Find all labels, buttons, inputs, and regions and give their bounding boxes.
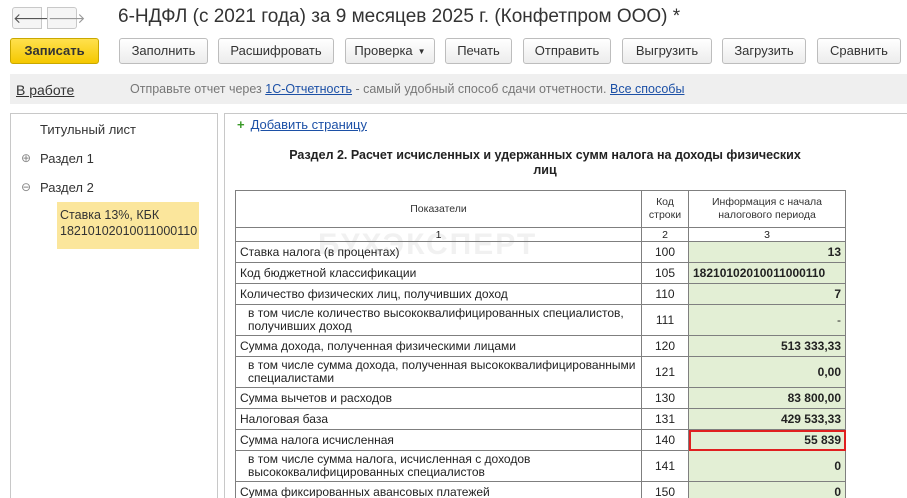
save-button[interactable]: Записать xyxy=(10,38,99,64)
table-row: Ставка налога (в процентах) 100 13 xyxy=(235,241,846,263)
row-label: Код бюджетной классификации xyxy=(235,262,642,284)
forward-arrow-icon[interactable]: 🡒 xyxy=(47,7,86,29)
table-header-row: Показатели Код строки Информация с начал… xyxy=(235,190,846,228)
row-label: Ставка налога (в процентах) xyxy=(235,241,642,263)
document-title: 6-НДФЛ (с 2021 года) за 9 месяцев 2025 г… xyxy=(118,6,681,27)
check-dropdown-button[interactable]: Проверка ▼ xyxy=(345,38,435,64)
add-page-label: Добавить страницу xyxy=(250,117,367,132)
row-code: 130 xyxy=(641,387,689,409)
print-button[interactable]: Печать xyxy=(445,38,512,64)
check-label: Проверка xyxy=(354,43,413,58)
table-row: Налоговая база 131 429 533,33 xyxy=(235,408,846,430)
plus-icon: + xyxy=(237,117,245,132)
table-row: Количество физических лиц, получивших до… xyxy=(235,283,846,305)
tree-item-label: Раздел 1 xyxy=(40,151,94,166)
row-code: 140 xyxy=(641,429,689,451)
row-label: Сумма вычетов и расходов xyxy=(235,387,642,409)
row-code: 111 xyxy=(641,304,689,336)
row-label: Налоговая база xyxy=(235,408,642,430)
compare-button[interactable]: Сравнить xyxy=(817,38,901,64)
row-value[interactable]: 83 800,00 xyxy=(688,387,846,409)
row-code: 110 xyxy=(641,283,689,305)
row-code: 141 xyxy=(641,450,689,482)
status-link[interactable]: В работе xyxy=(16,82,74,98)
row-label: в том числе сумма налога, исчисленная с … xyxy=(235,450,642,482)
row-code: 105 xyxy=(641,262,689,284)
send-button[interactable]: Отправить xyxy=(523,38,611,64)
row-code: 100 xyxy=(641,241,689,263)
table-row: Сумма дохода, полученная физическими лиц… xyxy=(235,335,846,357)
row-label: в том числе количество высококвалифициро… xyxy=(235,304,642,336)
highlighted-tax-value[interactable]: 55 839 xyxy=(688,429,846,451)
table-row: Сумма вычетов и расходов 130 83 800,00 xyxy=(235,387,846,409)
row-value[interactable]: - xyxy=(688,304,846,336)
table-row: в том числе сумма дохода, полученная выс… xyxy=(235,356,846,388)
collapse-icon[interactable]: ⊖ xyxy=(21,180,32,194)
tree-item-label: Раздел 2 xyxy=(40,180,94,195)
decode-button[interactable]: Расшифровать xyxy=(218,38,334,64)
row-label: Сумма фиксированных авансовых платежей xyxy=(235,481,642,498)
load-button[interactable]: Загрузить xyxy=(722,38,806,64)
row-label: в том числе сумма дохода, полученная выс… xyxy=(235,356,642,388)
selected-line-1: Ставка 13%, КБК xyxy=(60,208,160,222)
upload-button[interactable]: Выгрузить xyxy=(622,38,712,64)
row-label: Сумма дохода, полученная физическими лиц… xyxy=(235,335,642,357)
table-row: Сумма фиксированных авансовых платежей 1… xyxy=(235,481,846,498)
table-numbering-row: 1 2 3 xyxy=(235,227,846,242)
row-value[interactable]: 0,00 xyxy=(688,356,846,388)
row-code: 121 xyxy=(641,356,689,388)
table-row: Сумма налога исчисленная 140 55 839 xyxy=(235,429,846,451)
indicators-table: Показатели Код строки Информация с начал… xyxy=(235,190,846,498)
row-code: 120 xyxy=(641,335,689,357)
selected-line-2: 18210102010011000110 xyxy=(60,224,198,238)
back-arrow-icon[interactable]: 🡐 xyxy=(12,7,51,29)
fill-button[interactable]: Заполнить xyxy=(119,38,208,64)
table-row: Код бюджетной классификации 105 18210102… xyxy=(235,262,846,284)
row-value[interactable]: 513 333,33 xyxy=(688,335,846,357)
col-number-2: 2 xyxy=(641,227,689,242)
sections-tree: Титульный лист ⊕ Раздел 1 ⊖ Раздел 2 Ста… xyxy=(10,113,218,498)
expand-icon[interactable]: ⊕ xyxy=(21,151,32,165)
section-title: Раздел 2. Расчет исчисленных и удержанны… xyxy=(289,148,801,177)
col-number-1: 1 xyxy=(235,227,642,242)
hint-middle: - самый удобный способ сдачи отчетности. xyxy=(351,82,610,96)
info-bar: В работе Отправьте отчет через 1С-Отчетн… xyxy=(10,74,907,104)
table-row: в том числе количество высококвалифициро… xyxy=(235,304,846,336)
col-number-3: 3 xyxy=(688,227,846,242)
row-value[interactable]: 13 xyxy=(688,241,846,263)
row-value[interactable]: 429 533,33 xyxy=(688,408,846,430)
row-value[interactable]: 0 xyxy=(688,481,846,498)
tree-item-label: Титульный лист xyxy=(40,122,137,137)
row-code: 150 xyxy=(641,481,689,498)
table-row: в том числе сумма налога, исчисленная с … xyxy=(235,450,846,482)
report-form: + Добавить страницу Раздел 2. Расчет исчи… xyxy=(224,113,907,498)
row-value[interactable]: 0 xyxy=(688,450,846,482)
command-bar: Записать Заполнить Расшифровать Проверка… xyxy=(0,38,907,64)
dropdown-caret-icon: ▼ xyxy=(417,46,426,56)
header-code: Код строки xyxy=(641,190,689,228)
tree-item-rate-13-selected[interactable]: Ставка 13%, КБК 18210102010011000110 xyxy=(57,202,199,249)
row-value[interactable]: 18210102010011000110 xyxy=(688,262,846,284)
row-label: Сумма налога исчисленная xyxy=(235,429,642,451)
hint-prefix: Отправьте отчет через xyxy=(130,82,266,96)
row-code: 131 xyxy=(641,408,689,430)
reporting-hint: Отправьте отчет через 1С-Отчетность - са… xyxy=(130,82,684,96)
title-bar: 🡐 🡒 6-НДФЛ (с 2021 года) за 9 месяцев 20… xyxy=(0,0,907,36)
header-info: Информация с начала налогового периода xyxy=(688,190,846,228)
1c-reporting-link[interactable]: 1С-Отчетность xyxy=(265,82,352,96)
header-indicators: Показатели xyxy=(235,190,642,228)
row-label: Количество физических лиц, получивших до… xyxy=(235,283,642,305)
row-value[interactable]: 7 xyxy=(688,283,846,305)
all-methods-link[interactable]: Все способы xyxy=(610,82,684,96)
add-page-link[interactable]: + Добавить страницу xyxy=(237,117,367,132)
